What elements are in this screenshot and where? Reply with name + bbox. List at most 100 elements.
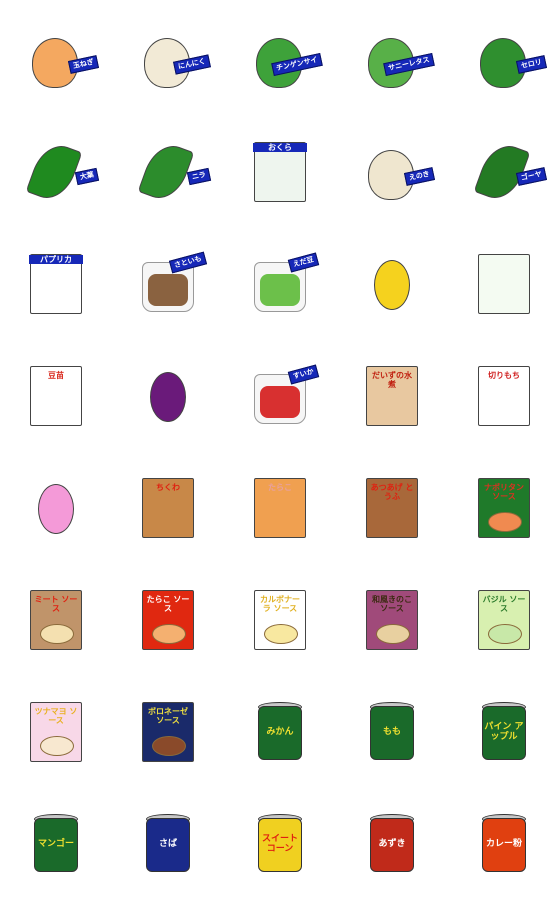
sticker-art: ミート ソース [24,588,88,652]
sticker[interactable]: 切りもち [448,340,560,452]
sticker-body: ツナマヨ ソース [30,702,82,762]
sticker[interactable]: パプリカ [0,228,112,340]
sticker-body: みかん [258,706,302,760]
sticker-art: もも [360,700,424,764]
sticker[interactable]: たらこ [224,452,336,564]
sticker[interactable]: 豆苗 [0,340,112,452]
sticker[interactable]: 玉ねぎ [0,4,112,116]
sticker-body: だいずの水煮 [366,366,418,426]
sticker[interactable]: カルボナーラ ソース [224,564,336,676]
sticker-art: たらこ ソース [136,588,200,652]
sticker[interactable]: ツナマヨ ソース [0,676,112,788]
sticker-art [24,476,88,540]
sticker[interactable]: ちくわ [112,452,224,564]
sticker-art: バジル ソース [472,588,536,652]
sticker-art: みかん [248,700,312,764]
package-band: パプリカ [29,255,83,265]
package-label: たらこ ソース [146,595,190,614]
sticker-body: たらこ ソース [142,590,194,650]
sticker[interactable] [336,228,448,340]
sticker[interactable]: さば [112,788,224,900]
sticker-body: マンゴー [34,818,78,872]
sticker-body: ナポリタン ソース [478,478,530,538]
sticker-body: もも [370,706,414,760]
sticker[interactable]: チンゲンサイ [224,4,336,116]
sticker-body: おくら [253,142,307,202]
sticker-art: おくら [248,140,312,204]
pasta-illustration [488,512,522,532]
sticker[interactable]: ミート ソース [0,564,112,676]
sticker[interactable]: えのき [336,116,448,228]
sticker[interactable]: カレー粉 [448,788,560,900]
sticker[interactable]: パイン アップル [448,676,560,788]
sticker-art: さば [136,812,200,876]
sticker[interactable]: セロリ [448,4,560,116]
sticker-body: ボロネーゼ ソース [142,702,194,762]
sticker[interactable]: たらこ ソース [112,564,224,676]
sticker[interactable]: ボロネーゼ ソース [112,676,224,788]
sticker-art: あつあげ とうふ [360,476,424,540]
package-label: ナポリタン ソース [484,483,524,502]
sticker-art: マンゴー [24,812,88,876]
sticker-art: だいずの水煮 [360,364,424,428]
sticker[interactable]: サニーレタス [336,4,448,116]
package-label: マンゴー [37,839,74,850]
sticker-body [478,254,530,314]
bag-contents [148,274,188,306]
sticker-art: スイート コーン [248,812,312,876]
pasta-illustration [264,624,298,644]
package-band: おくら [253,143,307,153]
sticker-art [472,252,536,316]
sticker[interactable]: あずき [336,788,448,900]
sticker-body: 和風きのこ ソース [366,590,418,650]
sticker-body: パプリカ [29,254,83,314]
sticker-body: 切りもち [478,366,530,426]
sticker[interactable]: もも [336,676,448,788]
sticker[interactable]: だいずの水煮 [336,340,448,452]
sticker[interactable]: ナポリタン ソース [448,452,560,564]
sticker-art: カルボナーラ ソース [248,588,312,652]
sticker[interactable]: ゴーヤ [448,116,560,228]
sticker[interactable]: スイート コーン [224,788,336,900]
sticker-body: あずき [370,818,414,872]
sticker-grid: 玉ねぎ にんにく チンゲンサイ サニーレタス セロリ 大葉 ニラ おくら えのき ゴーヤ パプリカさ… [0,4,560,900]
sticker-art: すいか [248,364,320,428]
sticker-body: さば [146,818,190,872]
package-label: カレー粉 [485,839,522,850]
sticker-art: たらこ [248,476,312,540]
sticker[interactable]: あつあげ とうふ [336,452,448,564]
package-label: もも [382,727,401,738]
sticker-body: ミート ソース [30,590,82,650]
package-label: あつあげ とうふ [370,483,414,502]
package-label: スイート コーン [261,834,298,854]
sticker[interactable] [112,340,224,452]
sticker-art: にんにく [136,28,211,92]
package-label: ちくわ [156,483,180,492]
sticker-body: あつあげ とうふ [366,478,418,538]
package-label: あずき [378,839,406,850]
sticker[interactable]: みかん [224,676,336,788]
sticker[interactable]: すいか [224,340,336,452]
sticker[interactable]: バジル ソース [448,564,560,676]
package-label: だいずの水煮 [372,371,412,390]
pasta-illustration [40,624,74,644]
sticker-art [360,252,424,316]
sticker[interactable] [448,228,560,340]
sticker-body: ちくわ [142,478,194,538]
sticker-body: カルボナーラ ソース [254,590,306,650]
pasta-illustration [376,624,410,644]
sticker[interactable] [0,452,112,564]
sticker-body [150,372,186,422]
sticker[interactable]: にんにく [112,4,224,116]
sticker-body [38,484,74,534]
package-label: 和風きのこ ソース [372,595,412,614]
package-label: パイン アップル [484,722,524,742]
sticker[interactable]: さといも [112,228,224,340]
sticker[interactable]: おくら [224,116,336,228]
sticker[interactable]: マンゴー [0,788,112,900]
sticker[interactable]: 大葉 [0,116,112,228]
sticker[interactable]: 和風きのこ ソース [336,564,448,676]
sticker[interactable]: えだ豆 [224,228,336,340]
sticker-body: スイート コーン [258,818,302,872]
sticker[interactable]: ニラ [112,116,224,228]
